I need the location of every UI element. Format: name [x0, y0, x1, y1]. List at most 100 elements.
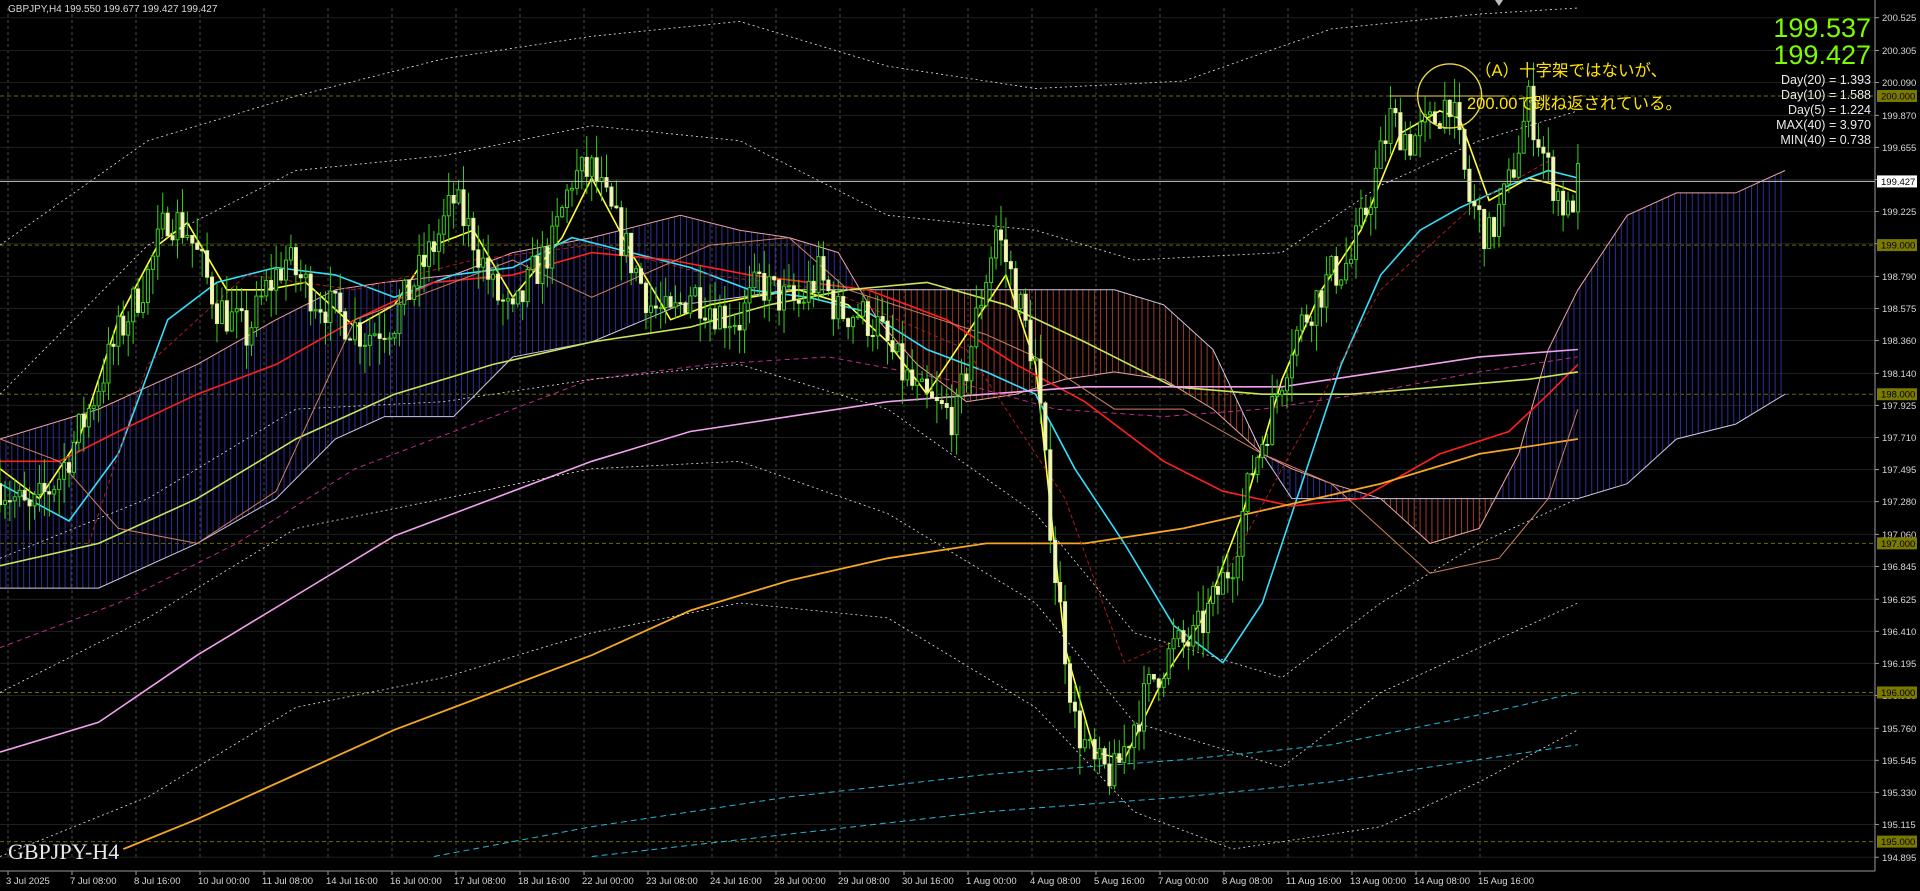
candle-body: [175, 212, 180, 241]
candle-body: [239, 308, 244, 312]
candle-body: [836, 296, 841, 320]
candle-body: [1053, 539, 1058, 584]
price-tick-label: 199.225: [1882, 207, 1916, 218]
candle-body: [210, 276, 215, 305]
bid-price: 199.537: [1773, 13, 1871, 43]
candle-body: [1210, 586, 1216, 604]
symbol-watermark: GBPJPY-H4: [8, 839, 120, 864]
time-tick-label: 16 Jul 00:00: [390, 876, 442, 887]
candle-body: [333, 290, 338, 294]
candle-body: [1363, 207, 1368, 215]
candle-body: [1058, 582, 1063, 603]
candle-body: [116, 315, 121, 347]
candle-body: [619, 207, 624, 256]
candle-body: [126, 321, 131, 336]
price-tick-label: 200.090: [1882, 78, 1916, 89]
candle-body: [954, 396, 959, 436]
candle-body: [880, 316, 885, 322]
candle-body: [27, 499, 32, 507]
candle-body: [348, 338, 353, 341]
candle-body: [62, 462, 67, 480]
time-tick-label: 3 Jul 2025: [6, 876, 50, 887]
candle-body: [1516, 152, 1521, 178]
candle-body: [1398, 112, 1403, 151]
candle-body: [1265, 443, 1270, 446]
candle-body: [1063, 601, 1068, 665]
candle-body: [160, 212, 165, 230]
candle-body: [1477, 205, 1482, 211]
candle-body: [565, 189, 570, 208]
price-tick-label: 196.845: [1882, 562, 1916, 573]
candle-body: [76, 413, 81, 443]
candle-body: [1368, 207, 1373, 215]
candle-body: [969, 346, 974, 382]
candle-body: [806, 280, 811, 303]
candle-body: [1191, 625, 1196, 647]
candle-body: [555, 216, 560, 227]
candle-body: [1314, 290, 1319, 326]
candle-body: [264, 279, 269, 297]
candle-body: [397, 303, 402, 334]
candle-body: [481, 257, 486, 268]
candle-body: [407, 279, 412, 300]
price-chart[interactable]: 200.525 200.305 200.090 199.870 199.655 199.4…: [0, 0, 1920, 891]
candle-body: [698, 287, 703, 319]
stat-day5: Day(5) = 1.224: [1787, 103, 1871, 117]
candle-body: [924, 378, 930, 393]
candle-body: [451, 194, 456, 204]
candle-body: [318, 309, 323, 313]
candle-body: [1546, 152, 1551, 158]
level-label: 198.000: [1881, 390, 1915, 401]
candle-body: [841, 296, 846, 320]
time-tick-label: 23 Jul 08:00: [646, 876, 698, 887]
candle-body: [71, 441, 76, 473]
candle-body: [994, 229, 999, 259]
candle-body: [693, 287, 698, 297]
candle-body: [1447, 99, 1452, 118]
candle-body: [0, 483, 3, 506]
candle-body: [703, 317, 708, 321]
candle-body: [1462, 129, 1467, 170]
candle-body: [446, 194, 451, 217]
time-tick-label: 22 Jul 00:00: [582, 876, 634, 887]
candle-body: [1196, 610, 1201, 627]
candle-body: [1378, 140, 1383, 169]
candle-body: [308, 273, 313, 312]
candle-body: [890, 340, 895, 353]
candle-body: [742, 302, 747, 331]
candle-body: [1092, 739, 1097, 760]
candle-body: [944, 402, 949, 408]
candle-body: [964, 373, 969, 382]
candle-body: [1349, 258, 1354, 264]
candle-body: [417, 254, 422, 287]
candle-body: [352, 322, 358, 341]
candle-body: [1408, 134, 1413, 156]
candle-body: [1181, 630, 1186, 643]
candle-body: [269, 279, 274, 291]
candle-body: [1299, 314, 1304, 331]
candle-body: [998, 229, 1004, 241]
candle-body: [579, 156, 584, 172]
annotation-line-1: （A）十字架ではないが、: [1475, 62, 1668, 80]
price-tick-label: 197.710: [1882, 433, 1916, 444]
price-tick-label: 198.140: [1882, 369, 1916, 380]
candle-body: [362, 344, 367, 347]
time-tick-label: 8 Jul 16:00: [134, 876, 180, 887]
candle-body: [67, 462, 72, 473]
candle-body: [12, 496, 17, 502]
candle-body: [91, 405, 96, 410]
candle-body: [1334, 256, 1339, 286]
candle-body: [796, 299, 801, 304]
candle-body: [1482, 209, 1487, 250]
current-price-label: 199.427: [1881, 177, 1915, 188]
candle-body: [436, 233, 441, 252]
candle-body: [343, 311, 348, 340]
candle-body: [1102, 748, 1107, 765]
price-tick-label: 197.495: [1882, 465, 1916, 476]
candle-body: [984, 282, 989, 306]
candle-body: [367, 334, 372, 346]
candle-body: [658, 306, 663, 309]
candle-body: [1235, 555, 1240, 579]
candle-body: [500, 299, 505, 302]
candle-body: [1151, 674, 1156, 680]
